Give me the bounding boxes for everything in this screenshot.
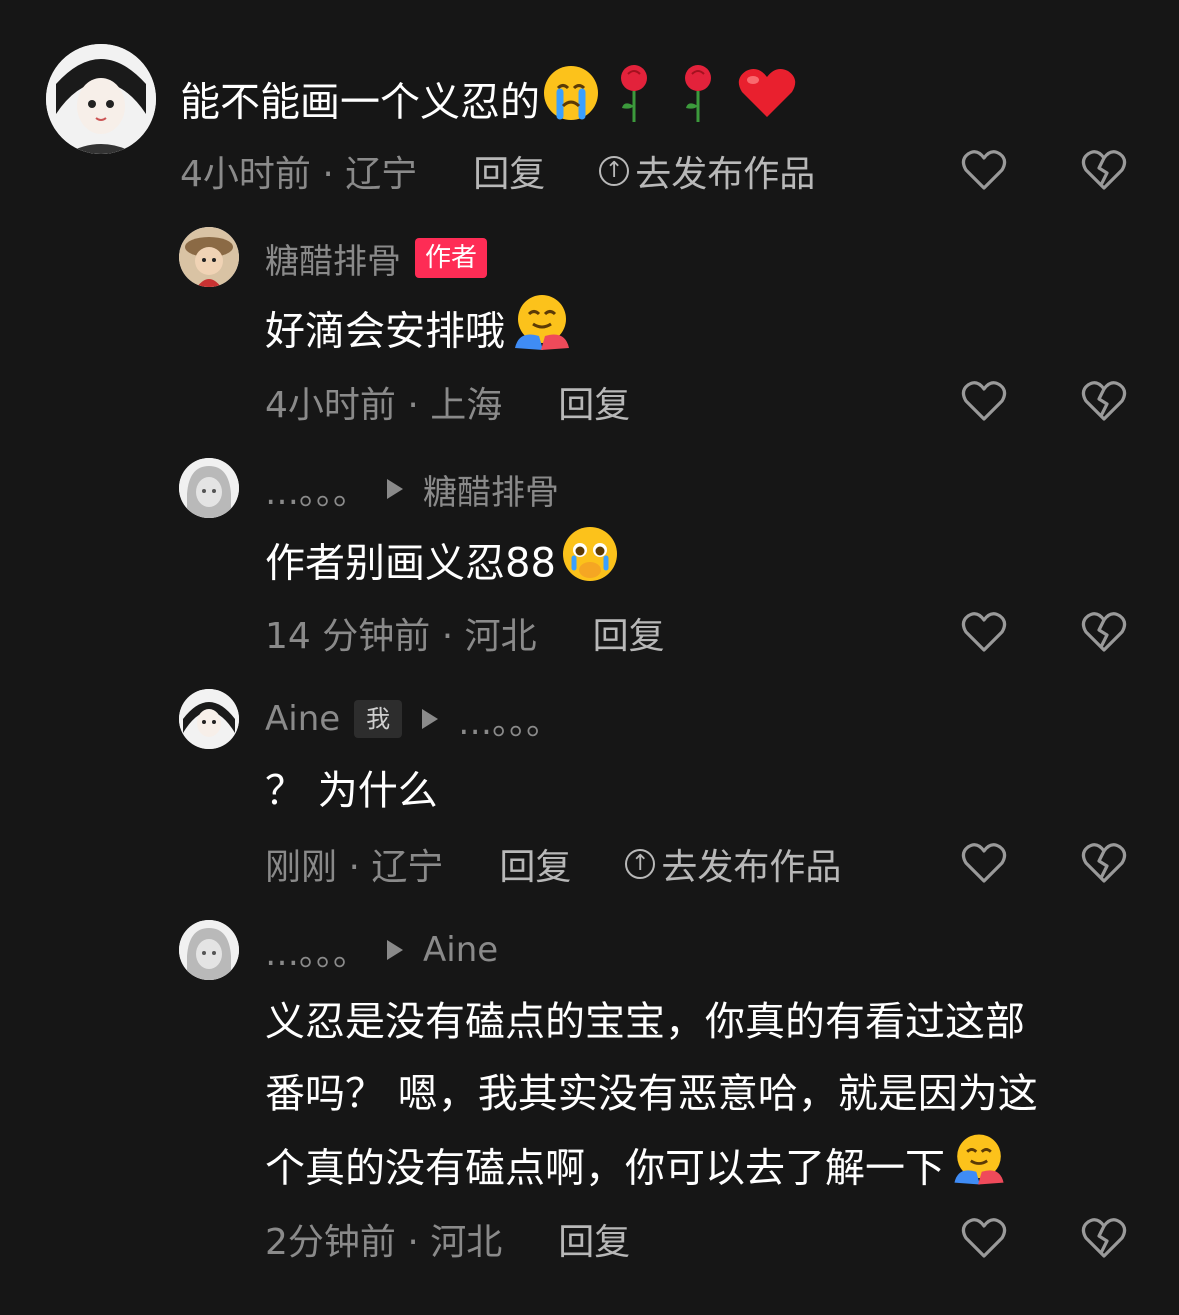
pleading-face-emoji <box>560 524 620 607</box>
time-location: 4小时前 · 上海 <box>265 385 503 426</box>
comment-text-line-with-emoji: 个真的没有磕点啊，你可以去了解一下 <box>265 1130 1038 1211</box>
comment-text-line: 番吗？ 嗯，我其实没有恶意哈，就是因为这 <box>265 1071 1038 1117</box>
broken-heart-icon[interactable] <box>1079 838 1129 888</box>
avatar[interactable] <box>46 44 156 154</box>
comment-text: 能不能画一个义忍的 <box>180 62 798 147</box>
like-heart-icon[interactable] <box>959 145 1009 195</box>
red-heart-emoji <box>736 65 798 144</box>
time-location: 2分钟前 · 河北 <box>265 1222 503 1263</box>
like-heart-icon[interactable] <box>959 838 1009 888</box>
comment-text-content: 作者别画义忍88 <box>265 540 556 587</box>
comment-text: 作者别画义忍88 <box>265 524 620 607</box>
username[interactable]: Aine <box>265 699 340 739</box>
comment-header: …。。。 糖醋排骨 <box>265 465 559 514</box>
avatar[interactable] <box>179 920 239 980</box>
comment-text: ？ 为什么 <box>265 755 438 827</box>
comment-text-content: 能不能画一个义忍的 <box>180 79 540 126</box>
hugging-face-emoji <box>949 1130 1009 1211</box>
publish-work-button[interactable]: ↑ 去发布作品 <box>625 838 841 890</box>
comment-meta: 刚刚 · 辽宁 回复 ↑ 去发布作品 <box>265 839 841 889</box>
hugging-face-emoji <box>509 292 575 375</box>
me-badge: 我 <box>354 700 403 738</box>
comment-header: …。。。 Aine <box>265 926 498 975</box>
comment-text: 义忍是没有磕点的宝宝，你真的有看过这部 番吗？ 嗯，我其实没有恶意哈，就是因为这… <box>265 986 1038 1211</box>
comment-header: 糖醋排骨 作者 <box>265 234 488 283</box>
username[interactable]: …。。。 <box>265 926 367 975</box>
comment-meta: 4小时前 · 辽宁 回复 ↑ 去发布作品 <box>180 146 815 196</box>
comment-meta: 4小时前 · 上海 回复 <box>265 377 684 427</box>
publish-label: 去发布作品 <box>661 847 842 888</box>
broken-heart-icon[interactable] <box>1079 145 1129 195</box>
rose-emoji <box>672 62 724 147</box>
comment-text: 好滴会安排哦 <box>265 292 575 375</box>
time-location: 14 分钟前 · 河北 <box>265 616 537 657</box>
like-heart-icon[interactable] <box>959 1213 1009 1263</box>
comment-header: Aine 我 …。。。 <box>265 695 560 744</box>
author-badge: 作者 <box>415 238 488 278</box>
upload-circle-icon: ↑ <box>599 156 630 186</box>
like-heart-icon[interactable] <box>959 607 1009 657</box>
play-triangle-icon <box>422 709 439 729</box>
play-triangle-icon <box>387 479 403 499</box>
publish-work-button[interactable]: ↑ 去发布作品 <box>599 145 815 197</box>
broken-heart-icon[interactable] <box>1079 376 1129 426</box>
reply-button[interactable]: 回复 <box>558 1213 630 1265</box>
reply-to-username[interactable]: 糖醋排骨 <box>423 465 559 514</box>
time-location: 4小时前 · 辽宁 <box>180 154 418 195</box>
reply-to-username[interactable]: …。。。 <box>458 695 560 744</box>
comment-text-content: 个真的没有磕点啊，你可以去了解一下 <box>265 1145 945 1192</box>
avatar[interactable] <box>179 458 239 518</box>
like-heart-icon[interactable] <box>959 376 1009 426</box>
upload-circle-icon: ↑ <box>625 849 656 879</box>
username[interactable]: 糖醋排骨 <box>265 234 401 283</box>
play-triangle-icon <box>387 940 403 960</box>
broken-heart-icon[interactable] <box>1079 1213 1129 1263</box>
avatar[interactable] <box>179 689 239 749</box>
comment-text-content: ？ 为什么 <box>265 768 438 814</box>
comment-meta: 14 分钟前 · 河北 回复 <box>265 608 719 658</box>
reply-button[interactable]: 回复 <box>593 607 665 659</box>
time-location: 刚刚 · 辽宁 <box>265 847 444 888</box>
publish-label: 去发布作品 <box>635 154 816 195</box>
rose-emoji <box>608 62 660 147</box>
comment-text-line: 义忍是没有磕点的宝宝，你真的有看过这部 <box>265 999 1025 1045</box>
comment-meta: 2分钟前 · 河北 回复 <box>265 1214 684 1264</box>
reply-button[interactable]: 回复 <box>473 145 545 197</box>
username[interactable]: …。。。 <box>265 465 367 514</box>
crying-face-emoji <box>542 64 600 145</box>
broken-heart-icon[interactable] <box>1079 607 1129 657</box>
reply-button[interactable]: 回复 <box>558 376 630 428</box>
comment-text-content: 好滴会安排哦 <box>265 308 505 355</box>
reply-button[interactable]: 回复 <box>499 838 571 890</box>
reply-to-username[interactable]: Aine <box>423 930 498 970</box>
avatar[interactable] <box>179 227 239 287</box>
